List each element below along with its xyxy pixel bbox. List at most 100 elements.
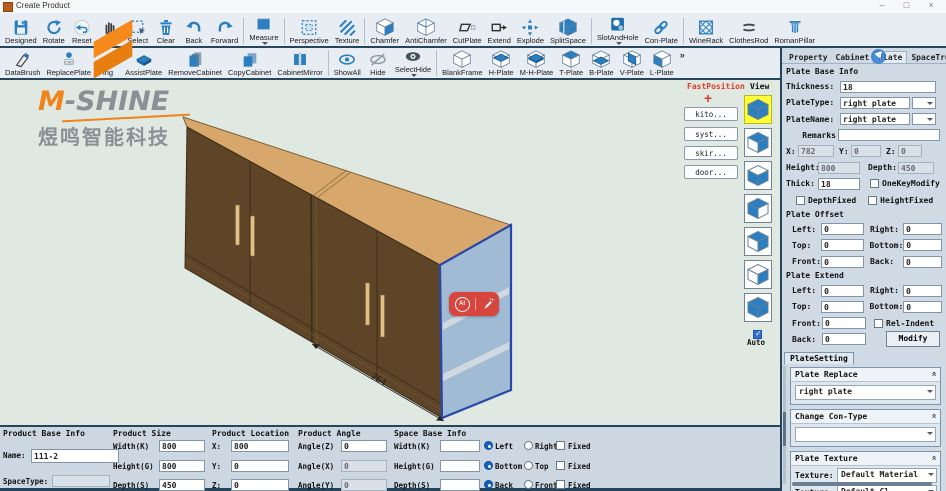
plate-extend-top-input[interactable]: 0 xyxy=(821,301,864,313)
plate-offset-top-input[interactable]: 0 xyxy=(821,239,864,251)
collapse-icon[interactable]: « xyxy=(928,372,938,377)
collapse-icon[interactable]: « xyxy=(928,456,938,461)
thick-input[interactable]: 18 xyxy=(818,178,860,190)
toolbar-button-forward[interactable]: Forward xyxy=(208,15,242,45)
toolbar-button-explode[interactable]: Explode xyxy=(514,15,547,45)
toolbar-button-selecthide[interactable]: SelectHide xyxy=(392,47,434,77)
fastposition-button-kito[interactable]: kito... xyxy=(684,107,738,121)
product-angle-angle-z-input[interactable]: 0 xyxy=(341,440,387,452)
maximize-button[interactable]: □ xyxy=(895,0,917,10)
toolbar-button-rotate[interactable]: Rotate xyxy=(40,15,68,45)
cabinet-3d[interactable]: 764 xyxy=(0,80,780,425)
horizontal-scrollbar[interactable] xyxy=(792,482,932,486)
toolbar-button-t-plate[interactable]: T-Plate xyxy=(556,47,586,77)
product-size-depth-s-input[interactable]: 450 xyxy=(159,479,205,491)
toolbar-button-con-plate[interactable]: Con-Plate xyxy=(642,15,681,45)
collapse-icon[interactable]: « xyxy=(928,414,938,419)
toolbar-button-texture[interactable]: Texture xyxy=(332,15,363,45)
modify-button[interactable]: Modify xyxy=(886,331,940,347)
toolbar-button-ing[interactable]: ing xyxy=(94,47,122,77)
product-location-y-input[interactable]: 0 xyxy=(231,460,289,472)
toolbar-button-blankframe[interactable]: BlankFrame xyxy=(439,47,485,77)
toolbar-button-romanpillar[interactable]: RomanPillar xyxy=(771,15,818,45)
radio-front[interactable] xyxy=(524,480,533,489)
tab-cabinet[interactable]: Cabinet xyxy=(832,52,874,63)
view-cube-button-2[interactable] xyxy=(744,128,772,157)
toolbar-button-slotandhole[interactable]: SlotAndHole xyxy=(594,15,642,45)
toolbar-button-designed[interactable]: Designed xyxy=(2,15,40,45)
plate-extend-left-input[interactable]: 0 xyxy=(821,285,864,297)
platetype-input[interactable]: right plate xyxy=(840,97,910,109)
toolbar-button-pan[interactable]: Pan xyxy=(96,15,124,45)
view-cube-button-5[interactable] xyxy=(744,227,772,256)
ai-overlay[interactable]: AI xyxy=(449,292,499,316)
toolbar-button-removecabinet[interactable]: RemoveCabinet xyxy=(165,47,225,77)
toolbar-button-cabinetmirror[interactable]: CabinetMirror xyxy=(274,47,325,77)
ai-badge-icon[interactable]: AI xyxy=(455,297,470,312)
radio-right[interactable] xyxy=(524,441,533,450)
toolbar-button-replaceplate[interactable]: CADReplacePlate xyxy=(43,47,94,77)
toolbar-button-reset[interactable]: Reset xyxy=(68,15,96,45)
toolbar-button-assistplate[interactable]: AssistPlate xyxy=(122,47,165,77)
toolbar-button-clear[interactable]: Clear xyxy=(152,15,180,45)
fixed-checkbox-2[interactable] xyxy=(556,461,565,470)
view-cube-button-4[interactable] xyxy=(744,194,772,223)
plate-offset-right-input[interactable]: 0 xyxy=(903,223,942,235)
toolbar-overflow-icon[interactable]: » xyxy=(680,50,685,60)
toolbar-button-perspective[interactable]: Perspective xyxy=(287,15,332,45)
depthfixed-checkbox[interactable] xyxy=(796,196,805,205)
fastposition-button-door[interactable]: door... xyxy=(684,165,738,179)
platename-input[interactable]: right plate xyxy=(840,113,910,125)
onekeymodify-checkbox[interactable] xyxy=(870,179,879,188)
toolbar-button-cutplate[interactable]: CutPlate xyxy=(450,15,485,45)
product-location-z-input[interactable]: 0 xyxy=(231,479,289,491)
extend-front-input[interactable]: 0 xyxy=(822,317,866,329)
thickness-input[interactable]: 18 xyxy=(840,81,936,93)
plate-offset-front-input[interactable]: 0 xyxy=(821,256,864,268)
plate-offset-back-input[interactable]: 0 xyxy=(903,256,942,268)
view-cube-button-6[interactable] xyxy=(744,260,772,289)
space-width-k-input[interactable] xyxy=(440,440,480,452)
toolbar-button-b-plate[interactable]: B-Plate xyxy=(586,47,617,77)
product-size-width-k-input[interactable]: 800 xyxy=(159,440,205,452)
toolbar-button-clothesrod[interactable]: ClothesRod xyxy=(726,15,771,45)
space-height-g-input[interactable] xyxy=(440,460,480,472)
heightfixed-checkbox[interactable] xyxy=(868,196,877,205)
toolbar-button-copycabinet[interactable]: CopyCabinet xyxy=(225,47,274,77)
plate-extend-bottom-input[interactable]: 0 xyxy=(903,301,942,313)
radio-left[interactable] xyxy=(484,441,493,450)
view-cube-button-7[interactable] xyxy=(744,293,772,322)
plate-replace-dropdown[interactable]: right plate xyxy=(795,385,936,400)
toolbar-button-chamfer[interactable]: Chamfer xyxy=(367,15,402,45)
toolbar-button-extend[interactable]: Extend xyxy=(485,15,514,45)
plate-offset-left-input[interactable]: 0 xyxy=(821,223,864,235)
texture-dropdown[interactable]: Default Material xyxy=(837,468,937,483)
tab-spacetree[interactable]: SpaceTree xyxy=(907,52,946,63)
toolbar-button-antichamfer[interactable]: AntiChamfer xyxy=(402,15,450,45)
toolbar-button-m-h-plate[interactable]: M-H-Plate xyxy=(517,47,557,77)
fixed-checkbox-3[interactable] xyxy=(556,480,565,489)
rel-indent-checkbox[interactable] xyxy=(874,319,883,328)
extend-back-input[interactable]: 0 xyxy=(822,333,866,345)
toolbar-button-back[interactable]: Back xyxy=(180,15,208,45)
platename-combo[interactable] xyxy=(912,113,936,125)
toolbar-button-splitspace[interactable]: SplitSpace xyxy=(547,15,589,45)
fastposition-button-skir[interactable]: skir... xyxy=(684,146,738,160)
edit-pen-icon[interactable] xyxy=(482,298,494,310)
space-depth-s-input[interactable] xyxy=(440,479,480,491)
change-con-type-dropdown[interactable] xyxy=(795,427,936,442)
toolbar-button-hide[interactable]: Hide xyxy=(364,47,392,77)
fastposition-add-button[interactable]: + xyxy=(704,91,712,105)
toolbar-button-showall[interactable]: ShowAll xyxy=(331,47,364,77)
minimize-button[interactable]: – xyxy=(871,0,893,10)
toolbar-button-select[interactable]: Select xyxy=(124,15,152,45)
fixed-checkbox-1[interactable] xyxy=(556,441,565,450)
view-cube-button-1[interactable] xyxy=(744,95,772,124)
toolbar-button-v-plate[interactable]: V-Plate xyxy=(617,47,647,77)
fastposition-button-syst[interactable]: syst... xyxy=(684,127,738,141)
radio-top[interactable] xyxy=(524,461,533,470)
remarks-input[interactable] xyxy=(838,129,940,141)
spacetype-input[interactable] xyxy=(52,475,110,487)
plate-extend-right-input[interactable]: 0 xyxy=(903,285,942,297)
toolbar-button-winerack[interactable]: WineRack xyxy=(686,15,726,45)
